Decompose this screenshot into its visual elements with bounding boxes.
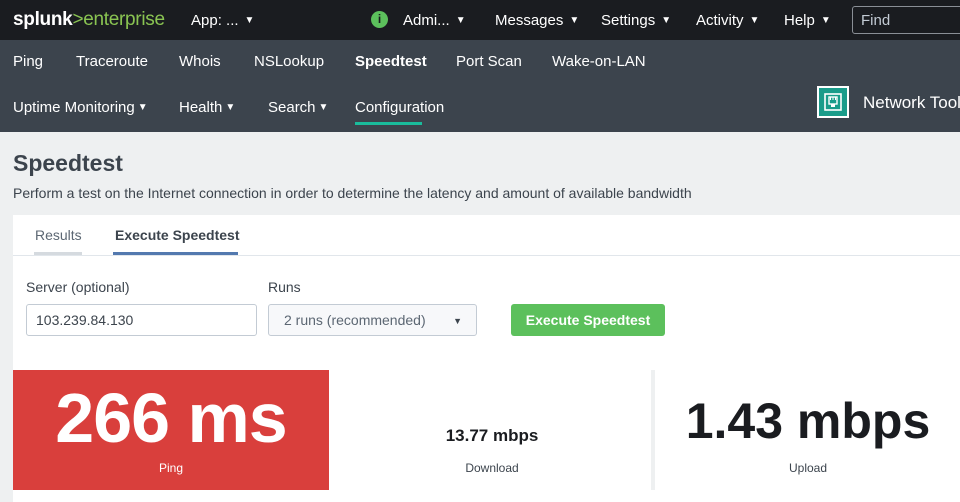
upload-value: 1.43 mbps <box>685 393 931 449</box>
speedtest-panel: Results Execute Speedtest Server (option… <box>13 215 960 502</box>
nav-item-label: Search <box>268 99 316 116</box>
messages-menu[interactable]: Messages ▼ <box>495 12 579 29</box>
tab-execute-underline <box>113 252 238 255</box>
execute-speedtest-button[interactable]: Execute Speedtest <box>511 304 665 336</box>
ping-result: 266 ms Ping <box>13 370 329 490</box>
caret-down-icon: ▼ <box>569 15 580 26</box>
find-placeholder: Find <box>861 12 891 29</box>
download-result: 13.77 mbps Download <box>333 370 651 490</box>
help-menu-label: Help <box>784 12 815 29</box>
app-menu[interactable]: App: ... ▼ <box>191 12 254 29</box>
nav-item-nslookup[interactable]: NSLookup <box>254 53 324 70</box>
caret-down-icon: ▼ <box>455 15 466 26</box>
nav-item-port-scan[interactable]: Port Scan <box>456 53 522 70</box>
server-input-value: 103.239.84.130 <box>36 312 134 328</box>
find-input[interactable]: Find <box>852 6 960 34</box>
nav-item-uptime-monitoring[interactable]: Uptime Monitoring ▼ <box>13 99 148 116</box>
top-bar: splunk>enterprise App: ... ▼ i Admi... ▼ M… <box>0 0 960 40</box>
server-label: Server (optional) <box>26 279 130 295</box>
server-input[interactable]: 103.239.84.130 <box>26 304 257 336</box>
nav-item-configuration[interactable]: Configuration <box>355 99 444 116</box>
caret-down-icon: ▼ <box>661 15 672 26</box>
nav-item-label: Health <box>179 99 223 116</box>
runs-select[interactable]: 2 runs (recommended) ▼ <box>268 304 477 336</box>
nav-item-wake-on-lan[interactable]: Wake-on-LAN <box>552 53 646 70</box>
splunk-logo[interactable]: splunk>enterprise <box>13 9 165 31</box>
page-description: Perform a test on the Internet connectio… <box>13 185 692 201</box>
page-title: Speedtest <box>13 150 123 176</box>
panel-divider <box>651 370 655 490</box>
logo-product: enterprise <box>83 9 165 30</box>
app-title: Network Toolkit <box>863 93 960 112</box>
app-menu-label: App: ... <box>191 12 239 29</box>
settings-menu[interactable]: Settings ▼ <box>601 12 671 29</box>
tab-execute-speedtest[interactable]: Execute Speedtest <box>115 227 240 243</box>
upload-result: 1.43 mbps Upload <box>656 370 960 490</box>
nav-item-label: Uptime Monitoring <box>13 99 135 116</box>
upload-label: Upload <box>788 461 828 475</box>
nav-item-whois[interactable]: Whois <box>179 53 221 70</box>
active-nav-indicator <box>355 122 422 125</box>
nav-item-ping[interactable]: Ping <box>13 53 43 70</box>
caret-down-icon: ▼ <box>453 316 462 326</box>
settings-menu-label: Settings <box>601 12 656 29</box>
tab-results-underline <box>34 252 82 255</box>
nav-item-health[interactable]: Health ▼ <box>179 99 235 116</box>
download-value: 13.77 mbps <box>445 426 539 445</box>
info-icon: i <box>371 11 388 28</box>
caret-down-icon: ▼ <box>137 102 148 113</box>
activity-menu-label: Activity <box>696 12 744 29</box>
caret-down-icon: ▼ <box>244 15 255 26</box>
nav-item-traceroute[interactable]: Traceroute <box>76 53 148 70</box>
network-port-icon <box>817 86 849 118</box>
activity-menu[interactable]: Activity ▼ <box>696 12 759 29</box>
runs-label: Runs <box>268 279 301 295</box>
app-nav: Ping Traceroute Whois NSLookup Speedtest… <box>0 40 960 132</box>
messages-menu-label: Messages <box>495 12 564 29</box>
caret-down-icon: ▼ <box>749 15 760 26</box>
ping-label: Ping <box>158 461 184 475</box>
caret-down-icon: ▼ <box>318 102 329 113</box>
caret-down-icon: ▼ <box>225 102 236 113</box>
ping-value: 266 ms <box>55 379 287 457</box>
caret-down-icon: ▼ <box>820 15 831 26</box>
nav-item-speedtest[interactable]: Speedtest <box>355 53 427 70</box>
download-label: Download <box>465 461 519 475</box>
nav-item-search[interactable]: Search ▼ <box>268 99 328 116</box>
runs-selected-value: 2 runs (recommended) <box>284 312 426 328</box>
help-menu[interactable]: Help ▼ <box>784 12 831 29</box>
logo-main: splunk <box>13 9 73 30</box>
tab-results[interactable]: Results <box>35 227 82 243</box>
logo-separator: > <box>72 9 84 30</box>
tab-bar: Results Execute Speedtest <box>13 215 960 256</box>
admin-menu[interactable]: Admi... ▼ <box>403 12 466 29</box>
admin-menu-label: Admi... <box>403 12 450 29</box>
